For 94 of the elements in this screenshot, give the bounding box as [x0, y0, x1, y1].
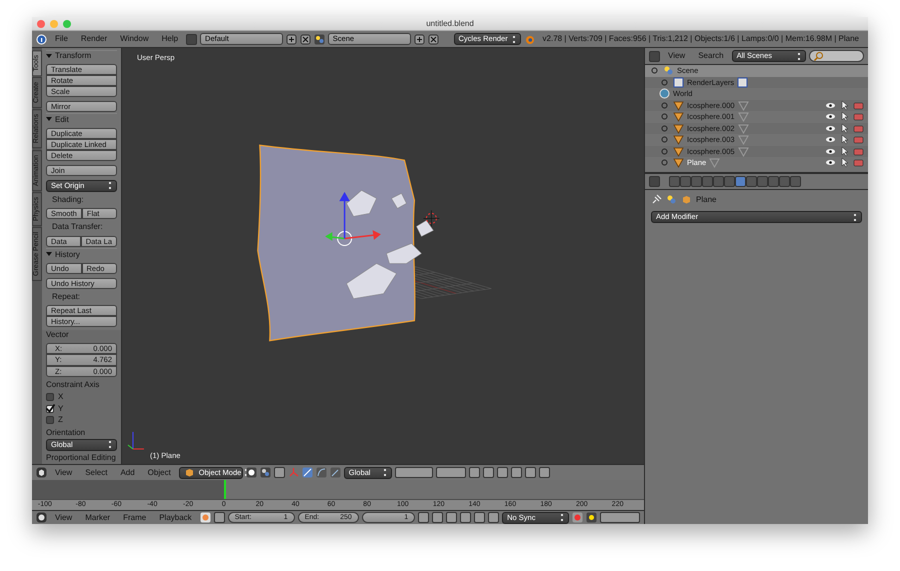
translate-arrow-icon[interactable]	[302, 467, 313, 478]
cursor-arrow-icon[interactable]	[839, 146, 850, 157]
visibility-toggle-icon[interactable]	[659, 146, 670, 157]
disclosure-triangle-icon[interactable]	[46, 54, 52, 58]
checkbox[interactable]	[46, 404, 54, 413]
visibility-toggle-icon[interactable]	[659, 134, 670, 146]
icosphere-mesh	[346, 190, 377, 217]
menu-item[interactable]: View	[50, 468, 78, 478]
mesh-triangle-icon	[673, 111, 684, 122]
scene-icon	[663, 65, 674, 76]
mesh-triangle-icon	[673, 157, 684, 168]
operator-title: Vector	[46, 330, 70, 340]
scene-stats: v2.78 | Verts:709 | Faces:956 | Tris:1,212 | Objects:1/6 | Lamps:0/0 | Mem:16.98M | Plane	[542, 34, 860, 44]
keying-icon[interactable]	[586, 512, 598, 523]
mesh-data-icon	[709, 157, 720, 168]
checkbox-label: Z	[58, 415, 63, 426]
mesh-data-icon	[738, 111, 749, 122]
search-icon	[812, 50, 824, 62]
render-layers-icon	[673, 76, 684, 88]
cursor-arrow-icon[interactable]	[839, 111, 850, 122]
object-name: Plane	[696, 194, 716, 204]
cursor-arrow-icon[interactable]	[839, 122, 850, 134]
section-label: Orientation	[46, 428, 86, 439]
checkbox-label: X	[58, 392, 64, 402]
transform-gizmo	[326, 192, 380, 246]
visibility-toggle-icon[interactable]	[659, 100, 670, 111]
menu-item[interactable]: Marker	[80, 512, 116, 522]
rotate-arc-icon[interactable]	[316, 467, 327, 478]
3d-cursor-icon	[423, 210, 440, 227]
render-layers-icon	[737, 76, 748, 88]
menu-item[interactable]: Help	[156, 34, 184, 44]
visibility-toggle-icon[interactable]	[659, 111, 670, 122]
checkbox-label: Y	[58, 404, 64, 414]
close-icon[interactable]	[428, 34, 439, 44]
visibility-toggle-icon[interactable]	[649, 65, 660, 76]
cursor-arrow-icon[interactable]	[839, 100, 850, 111]
pin-icon[interactable]	[651, 194, 662, 205]
menu-item[interactable]: Add	[115, 468, 140, 478]
mesh-triangle-icon	[673, 146, 684, 157]
axis-widget-icon	[128, 431, 144, 450]
mesh-triangle-icon	[673, 134, 684, 146]
record-icon[interactable]	[200, 512, 211, 523]
menu-item[interactable]: View	[50, 512, 78, 522]
blender-logo-icon	[524, 34, 535, 44]
cube-icon	[681, 194, 692, 205]
scene-icon	[666, 194, 677, 205]
mesh-triangle-icon	[673, 122, 684, 134]
add-icon[interactable]	[414, 34, 425, 44]
menu-item[interactable]: Frame	[118, 512, 152, 522]
icosphere-mesh	[416, 220, 434, 237]
section-label: Proportional Editing	[46, 452, 117, 464]
menu-item[interactable]: Playback	[154, 512, 197, 522]
globe-icon	[659, 88, 670, 100]
info-icon[interactable]	[36, 34, 47, 44]
visibility-toggle-icon[interactable]	[659, 122, 670, 134]
checkmark-icon	[44, 403, 56, 414]
close-icon[interactable]	[300, 34, 311, 44]
section-label: Data Transfer:	[51, 222, 104, 233]
cursor-arrow-icon[interactable]	[839, 157, 850, 168]
cursor-arrow-icon[interactable]	[839, 134, 850, 146]
mesh-data-icon	[738, 134, 749, 146]
viewport-shading-icon[interactable]	[246, 467, 257, 478]
cube-icon	[184, 467, 195, 478]
mesh-data-icon	[738, 122, 749, 134]
panel-header[interactable]: History	[55, 250, 80, 260]
menu-item[interactable]: Render	[76, 34, 112, 44]
section-label: Repeat:	[51, 292, 82, 302]
menu-item[interactable]: View	[663, 51, 690, 61]
icosphere-mesh	[391, 193, 407, 209]
disclosure-triangle-icon[interactable]	[46, 252, 52, 256]
menu-item[interactable]: Object	[142, 468, 176, 478]
visibility-toggle-icon[interactable]	[659, 76, 670, 88]
mesh-data-icon	[738, 146, 749, 157]
properties-tab-icon[interactable]	[735, 176, 746, 187]
search-field[interactable]	[808, 50, 864, 62]
visibility-toggle-icon[interactable]	[659, 157, 670, 168]
mesh-data-icon	[738, 100, 749, 111]
mesh-triangle-icon	[673, 100, 684, 111]
checkbox[interactable]	[46, 393, 54, 402]
disclosure-triangle-icon[interactable]	[46, 117, 52, 122]
checkbox[interactable]	[46, 416, 54, 424]
window-title: untitled.blend	[425, 18, 475, 28]
panel-header[interactable]: Edit	[55, 114, 69, 124]
scale-icon[interactable]	[330, 467, 341, 478]
pivot-icon[interactable]	[260, 467, 271, 478]
add-icon[interactable]	[286, 34, 297, 44]
menu-item[interactable]: Select	[80, 468, 112, 478]
section-label: Shading:	[51, 194, 85, 205]
panel-header[interactable]: Transform	[55, 51, 92, 61]
section-label: Constraint Axis	[46, 380, 100, 392]
menu-item[interactable]: Window	[115, 34, 154, 44]
menu-item[interactable]: File	[50, 34, 73, 44]
scene-icon[interactable]	[314, 34, 325, 44]
menu-item[interactable]: Search	[693, 51, 729, 61]
